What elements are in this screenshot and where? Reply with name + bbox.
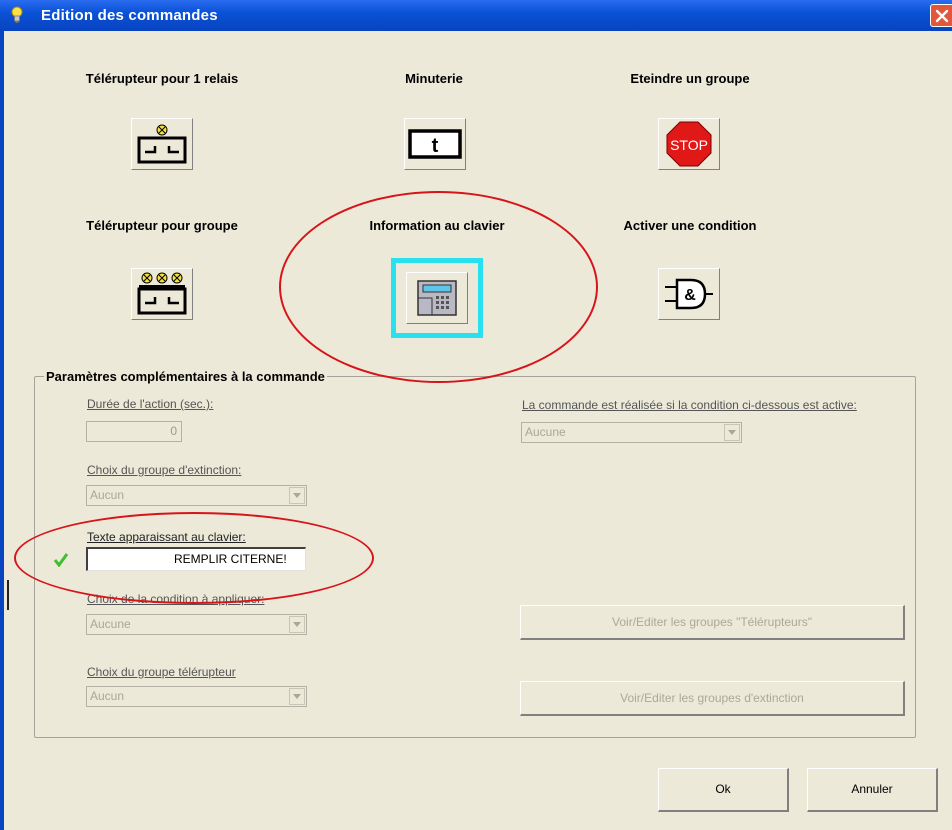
lightbulb-icon — [11, 6, 23, 23]
cmd-button-stop[interactable]: STOP — [658, 118, 720, 170]
cmd-button-relay[interactable] — [131, 118, 193, 170]
relay-icon — [137, 124, 187, 164]
close-icon — [935, 9, 949, 23]
relay-group-select[interactable]: Aucun — [86, 686, 307, 707]
chevron-down-icon — [293, 694, 301, 699]
timer-icon: t — [408, 129, 462, 159]
svg-text:STOP: STOP — [670, 137, 708, 153]
relay-group-dropdown-button[interactable] — [289, 688, 305, 705]
params-group-title: Paramètres complémentaires à la commande — [44, 369, 327, 384]
ok-button[interactable]: Ok — [658, 768, 789, 812]
close-button[interactable] — [930, 4, 952, 27]
cmd-label-timer: Minuterie — [405, 71, 463, 86]
cmd-button-timer[interactable]: t — [404, 118, 466, 170]
relay-group-icon — [137, 272, 187, 315]
cmd-label-relay-group: Télérupteur pour groupe — [86, 218, 238, 233]
cmd-button-condition[interactable]: & — [658, 268, 720, 320]
condition-active-select[interactable]: Aucune — [521, 422, 742, 443]
extinction-group-select[interactable]: Aucun — [86, 485, 307, 506]
cmd-label-relay: Télérupteur pour 1 relais — [85, 71, 239, 86]
edit-extinction-groups-button[interactable]: Voir/Editer les groupes d'extinction — [520, 681, 905, 716]
condition-apply-select[interactable]: Aucune — [86, 614, 307, 635]
cancel-button[interactable]: Annuler — [807, 768, 938, 812]
condition-active-label: La commande est réalisée si la condition… — [522, 398, 857, 412]
relay-group-label: Choix du groupe télérupteur — [87, 665, 236, 679]
condition-active-dropdown-button[interactable] — [724, 424, 740, 441]
svg-text:&: & — [684, 287, 696, 304]
cmd-button-relay-group[interactable] — [131, 268, 193, 320]
and-gate-icon: & — [665, 278, 713, 310]
duration-label: Durée de l'action (sec.): — [87, 397, 214, 411]
condition-active-value: Aucune — [525, 425, 566, 439]
chevron-down-icon — [293, 493, 301, 498]
relay-group-value: Aucun — [90, 689, 125, 703]
cmd-label-condition: Activer une condition — [623, 218, 757, 233]
chevron-down-icon — [728, 430, 736, 435]
chevron-down-icon — [293, 622, 301, 627]
cmd-label-stop: Eteindre un groupe — [630, 71, 750, 86]
annotation-ellipse-keypad — [279, 191, 598, 383]
extinction-group-value: Aucun — [90, 488, 125, 502]
side-mark — [7, 580, 9, 610]
extinction-group-dropdown-button[interactable] — [289, 487, 305, 504]
extinction-group-label: Choix du groupe d'extinction: — [87, 463, 242, 477]
stop-icon: STOP — [666, 121, 712, 167]
window-left-border — [0, 31, 4, 830]
condition-apply-value: Aucune — [90, 617, 131, 631]
title-bar[interactable]: Edition des commandes — [0, 0, 952, 31]
annotation-ellipse-keyboard-text — [14, 512, 374, 604]
svg-text:t: t — [432, 135, 439, 157]
edit-relay-groups-button[interactable]: Voir/Editer les groupes "Télérupteurs" — [520, 605, 905, 640]
window-title: Edition des commandes — [41, 7, 218, 24]
duration-input[interactable]: 0 — [86, 421, 182, 442]
condition-apply-dropdown-button[interactable] — [289, 616, 305, 633]
